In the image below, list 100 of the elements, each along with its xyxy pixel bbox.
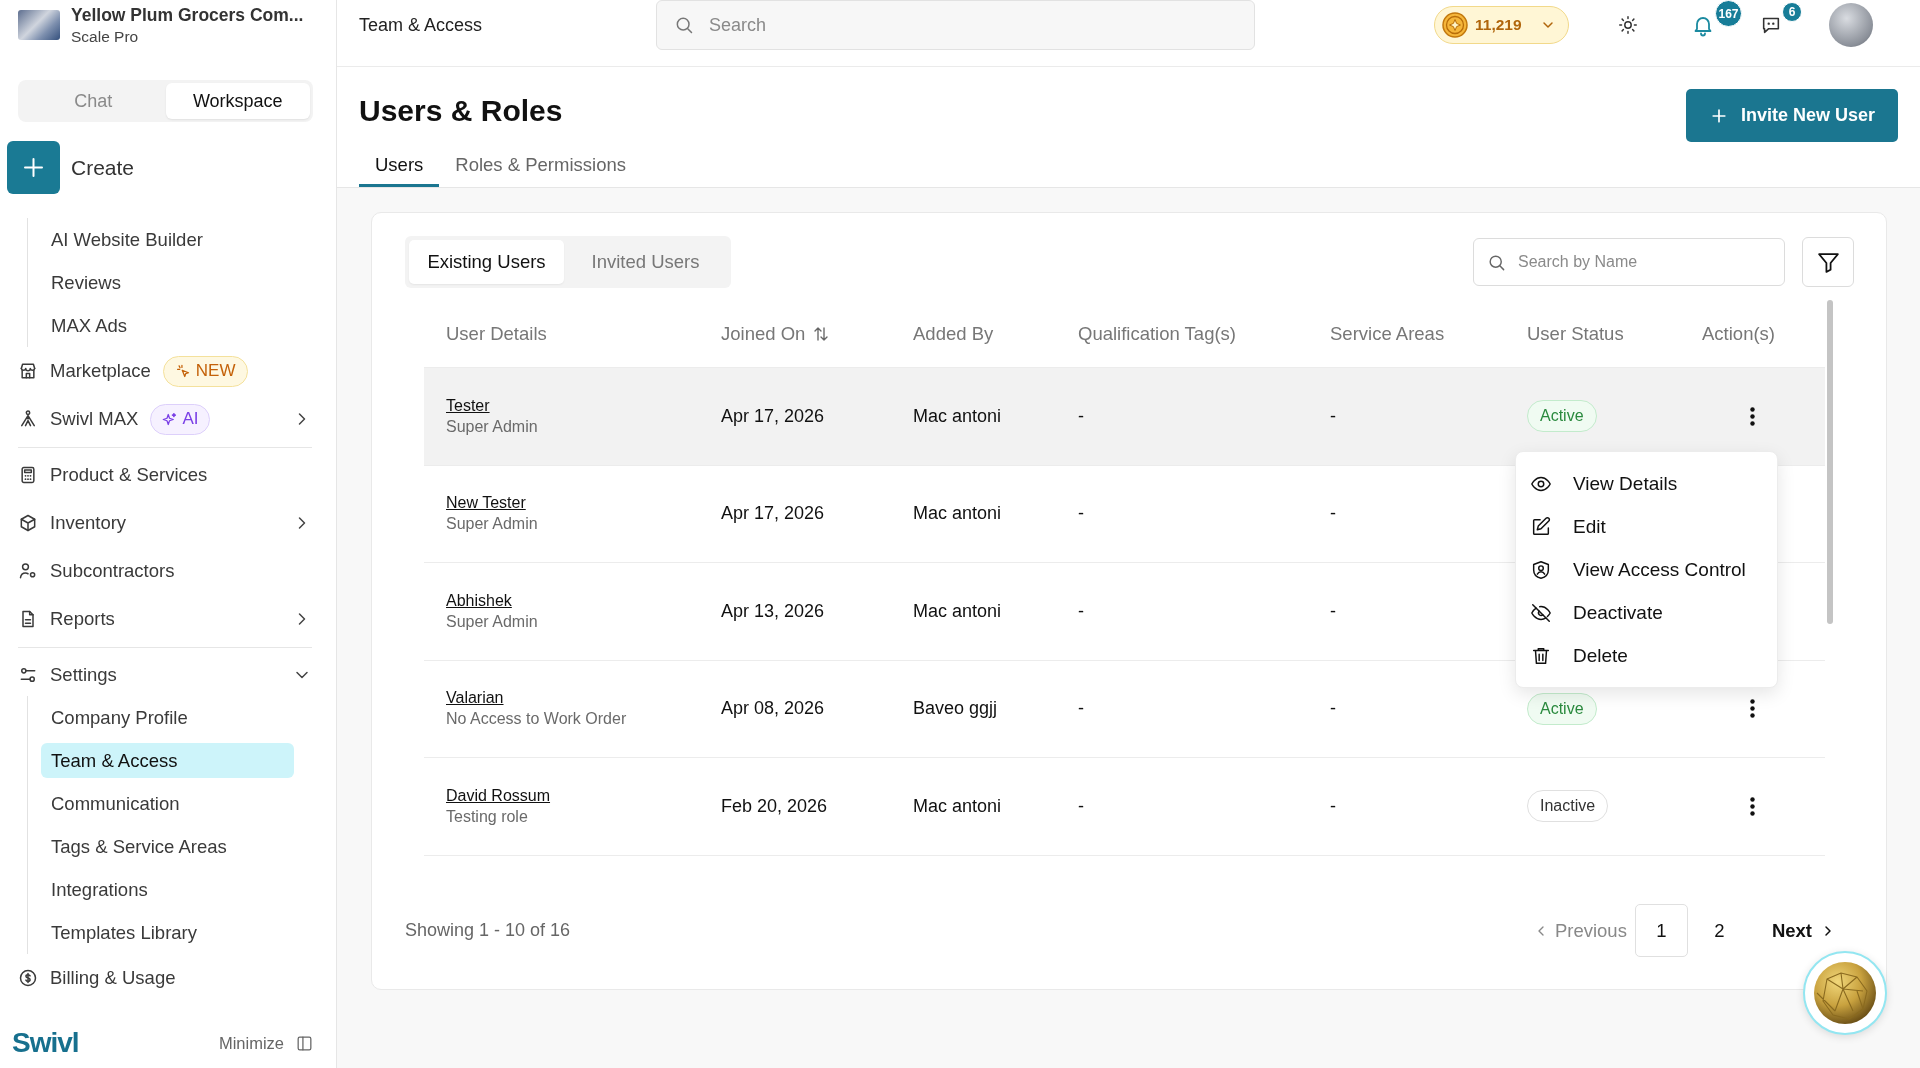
status-badge: Active xyxy=(1527,692,1597,725)
dollar-icon xyxy=(18,968,38,988)
nav-item[interactable]: Billing & Usage xyxy=(18,954,312,1002)
cursor-click-icon xyxy=(175,363,191,379)
column-header: Qualification Tag(s) xyxy=(1078,322,1236,345)
person-circle-icon xyxy=(18,561,38,581)
joined-date: Apr 17, 2026 xyxy=(721,503,825,525)
service-areas: - xyxy=(1330,503,1336,525)
user-role: Super Admin xyxy=(446,514,538,535)
user-role: Super Admin xyxy=(446,611,538,632)
user-role: Super Admin xyxy=(446,416,538,437)
service-areas: - xyxy=(1330,405,1336,427)
user-type-tab[interactable]: Invited Users xyxy=(564,240,727,284)
sparkle-icon xyxy=(162,411,178,427)
previous-page-button[interactable]: Previous xyxy=(1529,919,1630,942)
tag-text: AI xyxy=(182,409,199,429)
edit-icon xyxy=(1530,515,1552,538)
user-name-link[interactable]: Abhishek xyxy=(446,590,512,611)
create-button[interactable]: Create xyxy=(7,141,135,194)
notification-count: 167 xyxy=(1715,0,1742,27)
column-header: Joined On xyxy=(721,322,806,345)
menu-item[interactable]: View Details xyxy=(1516,462,1777,505)
credits-button[interactable]: 11,219 xyxy=(1434,6,1569,44)
kebab-icon xyxy=(1749,796,1755,816)
page-tab[interactable]: Roles & Permissions xyxy=(439,142,642,187)
column-header: Service Areas xyxy=(1330,322,1445,345)
qualification-tags: - xyxy=(1078,503,1084,525)
nav-item[interactable]: Swivl MAX AI xyxy=(18,395,312,443)
results-summary: Showing 1 - 10 of 16 xyxy=(405,920,571,941)
search-icon xyxy=(674,15,694,35)
nav-subitem[interactable]: Company Profile xyxy=(41,700,294,735)
kebab-icon xyxy=(1749,699,1755,719)
user-role: Testing role xyxy=(446,806,528,827)
mode-tab[interactable]: Workspace xyxy=(165,83,310,119)
page-button[interactable]: 2 xyxy=(1692,904,1746,957)
user-type-tab[interactable]: Existing Users xyxy=(409,240,564,284)
joined-date: Apr 17, 2026 xyxy=(721,405,825,427)
company-name: Yellow Plum Grocers Com... xyxy=(71,4,304,26)
user-avatar[interactable] xyxy=(1829,3,1873,47)
nav-subitem[interactable]: Team & Access xyxy=(41,743,294,778)
column-header: User Details xyxy=(446,322,547,345)
minimize-button[interactable]: Minimize xyxy=(218,1033,314,1053)
cube-icon xyxy=(18,513,38,533)
sun-icon xyxy=(1617,14,1639,36)
service-areas: - xyxy=(1330,795,1336,817)
nav-item[interactable]: Settings xyxy=(18,651,312,699)
page-title: Users & Roles xyxy=(359,93,563,129)
nav-item[interactable]: Product & Services xyxy=(18,451,312,499)
added-by: Mac antoni xyxy=(913,503,1002,525)
user-name-link[interactable]: Tester xyxy=(446,395,490,416)
geodesic-ball-icon xyxy=(1813,961,1877,1025)
column-header: User Status xyxy=(1527,322,1624,345)
user-name-link[interactable]: David Rossum xyxy=(446,785,551,806)
menu-item[interactable]: Deactivate xyxy=(1516,591,1777,634)
plan-name: Scale Pro xyxy=(71,27,140,47)
nav-item[interactable]: Subcontractors xyxy=(18,547,312,595)
kebab-icon xyxy=(1749,406,1755,426)
nav-subitem[interactable]: Templates Library xyxy=(41,915,294,950)
page-button[interactable]: 1 xyxy=(1634,904,1688,957)
name-search-field[interactable]: Search by Name xyxy=(1473,238,1785,286)
menu-item[interactable]: View Access Control xyxy=(1516,548,1777,591)
shield-user-icon xyxy=(1530,558,1552,581)
added-by: Mac antoni xyxy=(913,600,1002,622)
brand-logo: Swivl xyxy=(12,1027,79,1059)
nav-item[interactable]: Inventory xyxy=(18,499,312,547)
joined-date: Apr 13, 2026 xyxy=(721,600,825,622)
nav-subitem[interactable]: Communication xyxy=(41,786,294,821)
service-areas: - xyxy=(1330,600,1336,622)
nav-subitem[interactable]: MAX Ads xyxy=(41,308,294,343)
qualification-tags: - xyxy=(1078,600,1084,622)
user-name-link[interactable]: Valarian xyxy=(446,688,504,709)
stick-figure-icon xyxy=(18,409,38,429)
nav-subitem[interactable]: Reviews xyxy=(41,265,294,300)
service-areas: - xyxy=(1330,698,1336,720)
nav-item[interactable]: Reports xyxy=(18,595,312,643)
invite-user-button[interactable]: Invite New User xyxy=(1686,89,1898,142)
tag-text: NEW xyxy=(195,361,236,381)
store-icon xyxy=(18,361,38,381)
column-header: Action(s) xyxy=(1702,322,1775,345)
page-breadcrumb: Team & Access xyxy=(359,14,484,36)
nav-subitem[interactable]: AI Website Builder xyxy=(41,222,294,257)
page-tab[interactable]: Users xyxy=(359,142,440,187)
nav-item[interactable]: Marketplace NEW xyxy=(18,347,312,395)
added-by: Mac antoni xyxy=(913,405,1002,427)
user-role: No Access to Work Order xyxy=(446,709,627,730)
user-name-link[interactable]: New Tester xyxy=(446,493,526,514)
menu-item[interactable]: Edit xyxy=(1516,505,1777,548)
filter-button[interactable] xyxy=(1802,237,1854,287)
coin-icon xyxy=(1442,12,1468,38)
search-icon xyxy=(1487,252,1506,272)
nav-subitem[interactable]: Tags & Service Areas xyxy=(41,829,294,864)
qualification-tags: - xyxy=(1078,405,1084,427)
added-by: Baveo ggjj xyxy=(913,698,998,720)
next-page-button[interactable]: Next xyxy=(1771,919,1836,942)
column-header: Added By xyxy=(913,322,994,345)
qualification-tags: - xyxy=(1078,698,1084,720)
menu-item[interactable]: Delete xyxy=(1516,634,1777,677)
scrollbar[interactable] xyxy=(1827,300,1833,624)
nav-subitem[interactable]: Integrations xyxy=(41,872,294,907)
search-field[interactable]: Search xyxy=(656,0,1255,50)
